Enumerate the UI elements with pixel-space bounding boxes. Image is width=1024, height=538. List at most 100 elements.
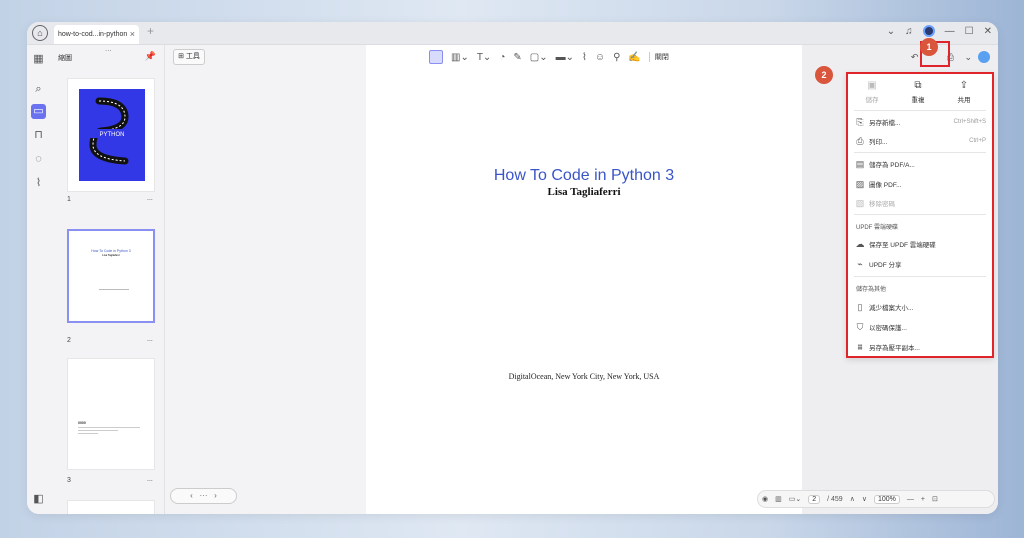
link-icon: ⌁ bbox=[857, 259, 863, 269]
signature-tool-icon[interactable]: ✍ bbox=[628, 52, 640, 63]
left-rail: ▦ ⌕ ▭ ⊓ ◌ ⌇ ◧ bbox=[27, 45, 50, 514]
pin-icon[interactable]: 📌 bbox=[145, 51, 156, 62]
attachment-tool-icon[interactable]: ⌇ bbox=[582, 52, 587, 63]
menu-divider bbox=[854, 214, 986, 215]
prev-page-icon[interactable]: ∧ bbox=[850, 495, 855, 503]
menu-section-cloud: UPDF 雲端硬碟 bbox=[856, 225, 899, 231]
nav-more-icon[interactable]: ··· bbox=[200, 491, 208, 500]
tools-button[interactable]: ⊞ 工具 bbox=[173, 49, 205, 65]
pen-tool-icon[interactable]: ✎ bbox=[513, 52, 521, 63]
thumbnail-page-1[interactable]: PYTHON bbox=[67, 78, 155, 192]
menu-save-label: 儲存 bbox=[865, 97, 879, 104]
menu-item-flatten-copy[interactable]: ⩩ 另存為壓平副本... bbox=[854, 339, 986, 355]
save-icon: ▣ bbox=[867, 80, 877, 91]
page-total: / 459 bbox=[827, 495, 843, 503]
thumbnail-page-4[interactable] bbox=[67, 500, 155, 514]
attachment-icon[interactable]: ⌇ bbox=[31, 176, 46, 191]
maximize-icon[interactable]: ☐ bbox=[965, 26, 974, 37]
new-tab-button[interactable]: + bbox=[147, 24, 154, 38]
document-tab[interactable]: how-to-cod...in-python × bbox=[54, 25, 139, 44]
sticker-tool-icon[interactable]: ☺ bbox=[595, 52, 605, 63]
thumbnails-icon[interactable]: ▭ bbox=[31, 104, 46, 119]
menu-item-save-cloud[interactable]: ☁ 保存至 UPDF 雲端硬碟 bbox=[854, 236, 986, 252]
step-badge-2: 2 bbox=[815, 66, 833, 84]
comment-view-icon[interactable]: ▭⌄ bbox=[789, 495, 801, 503]
page-number-input[interactable]: 2 bbox=[808, 494, 821, 504]
thumbnail-number: 1 bbox=[67, 196, 71, 203]
document-page: ▥⌄ T⌄ ◔ ✎ ▢⌄ ▬⌄ ⌇ ☺ ⚲ ✍ 關閉 How To Code i… bbox=[366, 45, 802, 514]
fit-page-icon[interactable]: ⊡ bbox=[932, 495, 938, 503]
thumbnail-title: How To Code in Python 3 bbox=[91, 249, 131, 253]
menu-item-remove-password[interactable]: ▧ 移除密碼 bbox=[854, 195, 986, 211]
zoom-in-icon[interactable]: + bbox=[921, 496, 925, 503]
menu-item-print[interactable]: ⎙ 列印... Ctrl+P bbox=[854, 133, 986, 149]
thumbnail-more-icon[interactable]: ... bbox=[147, 476, 153, 483]
zoom-out-icon[interactable]: — bbox=[907, 496, 914, 503]
menu-divider bbox=[854, 276, 986, 277]
shape-tool-icon[interactable]: ▢⌄ bbox=[530, 52, 548, 63]
thumbnail-panel: ... 縮圖 📌 PYTHON 1 ... How To Code in Pyt… bbox=[50, 44, 186, 514]
bookmark-icon[interactable]: ⊓ bbox=[31, 128, 46, 143]
next-icon[interactable]: › bbox=[214, 491, 217, 500]
menu-share-button[interactable]: ⇪ 共用 bbox=[944, 80, 984, 104]
flatten-icon: ⩩ bbox=[857, 342, 863, 352]
menu-item-label: UPDF 分享 bbox=[869, 262, 902, 269]
thumbnail-more-icon[interactable]: ... bbox=[147, 336, 153, 343]
highlight-tool-icon[interactable]: ▬⌄ bbox=[556, 52, 574, 63]
menu-item-label: 另存新檔... bbox=[869, 120, 901, 127]
zoom-level[interactable]: 100% bbox=[873, 494, 900, 504]
layers-icon[interactable]: ◧ bbox=[31, 492, 46, 507]
title-bar: ⌂ how-to-cod...in-python × + ⌄ ♫ — ☐ ✕ bbox=[27, 22, 998, 45]
close-toolbar-button[interactable]: 關閉 bbox=[648, 52, 669, 62]
tab-close-icon[interactable]: × bbox=[130, 25, 135, 44]
compress-icon: ▯ bbox=[857, 302, 863, 312]
thumbnail-text-line bbox=[78, 427, 140, 428]
column-tool-icon[interactable]: ▥⌄ bbox=[451, 52, 469, 63]
menu-item-updf-share[interactable]: ⌁ UPDF 分享 bbox=[854, 256, 986, 272]
unlock-icon: ▧ bbox=[855, 198, 865, 208]
menu-item-label: 圖像 PDF... bbox=[869, 182, 902, 189]
menu-save-button[interactable]: ▣ 儲存 bbox=[852, 80, 892, 104]
thumbnail-text-line bbox=[99, 289, 129, 290]
prev-icon[interactable]: ‹ bbox=[190, 491, 193, 500]
thumbnail-more-icon[interactable]: ... bbox=[147, 195, 153, 202]
home-icon[interactable]: ⌂ bbox=[32, 25, 48, 41]
menu-divider bbox=[854, 152, 986, 153]
document-publisher: DigitalOcean, New York City, New York, U… bbox=[508, 372, 660, 381]
menu-item-image-pdf[interactable]: ▨ 圖像 PDF... bbox=[854, 176, 986, 192]
thumbnail-heading: 0000 bbox=[78, 421, 86, 425]
close-icon[interactable]: ✕ bbox=[984, 26, 992, 37]
menu-item-save-pdfa[interactable]: ▤ 儲存為 PDF/A... bbox=[854, 156, 986, 172]
menu-divider bbox=[854, 110, 986, 111]
text-tool-icon[interactable]: T⌄ bbox=[477, 52, 492, 63]
page-nav[interactable]: ‹ ··· › bbox=[170, 488, 237, 504]
select-tool-icon[interactable] bbox=[429, 50, 443, 64]
save-dropdown-icon[interactable]: ⌄ bbox=[964, 52, 972, 63]
search-icon[interactable]: ⌕ bbox=[31, 82, 46, 97]
page-view-icon[interactable]: ▥ bbox=[775, 495, 782, 503]
thumbnail-page-2[interactable]: How To Code in Python 3 Lisa Tagliaferri bbox=[67, 229, 155, 323]
next-page-icon[interactable]: ∨ bbox=[862, 495, 867, 503]
bell-icon[interactable]: ♫ bbox=[905, 26, 913, 37]
thumbnail-page-3[interactable]: 0000 bbox=[67, 358, 155, 470]
comment-icon[interactable]: ◌ bbox=[31, 152, 46, 167]
undo-icon[interactable]: ↶ bbox=[911, 52, 919, 63]
menu-duplicate-label: 重複 bbox=[911, 97, 925, 104]
minimize-icon[interactable]: — bbox=[945, 26, 955, 37]
chevron-down-icon[interactable]: ⌄ bbox=[887, 26, 895, 37]
window-controls: ⌄ ♫ — ☐ ✕ bbox=[887, 25, 992, 37]
menu-item-shortcut: Ctrl+Shift+S bbox=[953, 119, 986, 125]
comment-tool-icon[interactable]: ◔ bbox=[499, 52, 505, 63]
info-icon[interactable]: ◉ bbox=[762, 495, 768, 503]
menu-item-shortcut: Ctrl+P bbox=[969, 138, 986, 144]
menu-item-password-protect[interactable]: ⛉ 以密碼保護... bbox=[854, 319, 986, 335]
menu-item-save-as[interactable]: ⎘ 另存新檔... Ctrl+Shift+S bbox=[854, 114, 986, 130]
apps-grid-icon[interactable]: ▦ bbox=[31, 52, 46, 67]
menu-duplicate-button[interactable]: ⧉ 重複 bbox=[898, 80, 938, 104]
step-badge-1: 1 bbox=[920, 38, 938, 56]
panel-drag-handle[interactable]: ... bbox=[105, 44, 112, 53]
stamp-tool-icon[interactable]: ⚲ bbox=[613, 52, 620, 63]
ai-assistant-icon[interactable] bbox=[978, 51, 990, 63]
avatar[interactable] bbox=[922, 25, 935, 37]
menu-item-reduce-size[interactable]: ▯ 減少檔案大小... bbox=[854, 299, 986, 315]
